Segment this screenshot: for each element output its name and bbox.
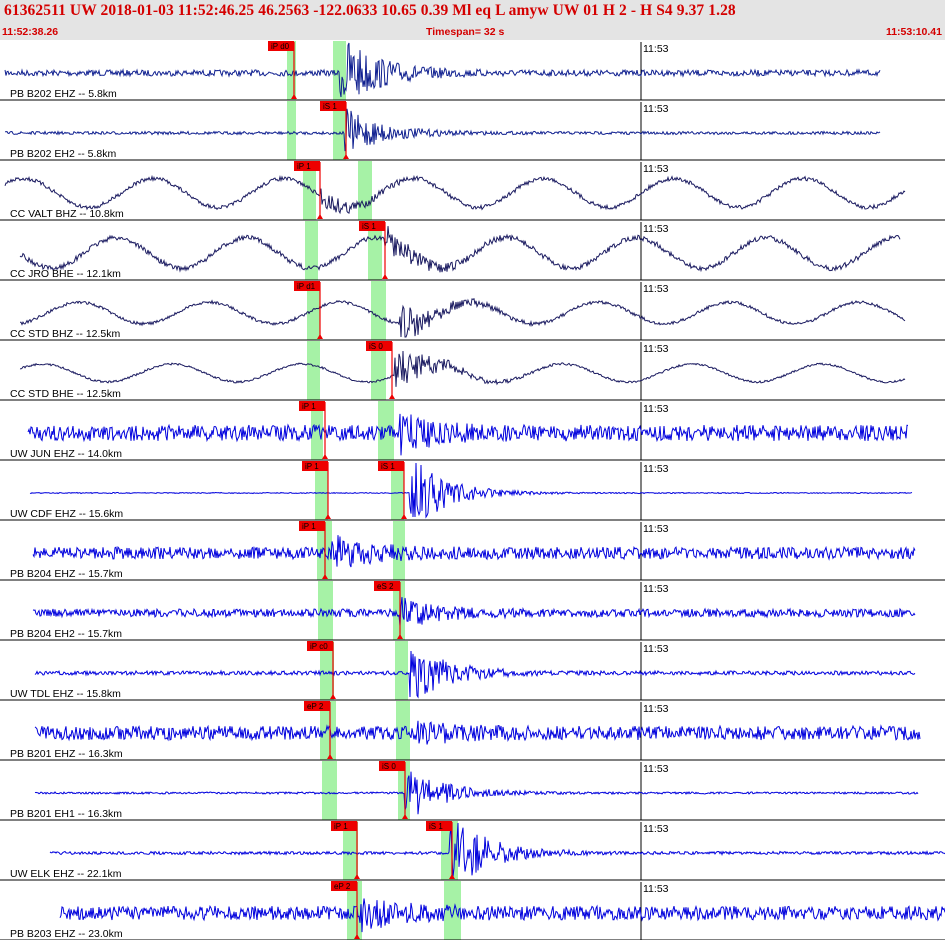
pick-label: iS 0 [369,342,383,351]
channel-label: PB B201 EHZ -- 16.3km [10,748,123,760]
pick-label: eS 2 [377,582,394,591]
channel-label: PB B203 EHZ -- 23.0km [10,928,123,940]
channel-row[interactable]: 11:53 iS 1 CC JRO BHE -- 12.1km [0,221,945,281]
waveform-trace [34,720,921,745]
pick-label: eP 2 [334,882,351,891]
pick-arrow-icon [382,274,388,279]
pick-label: iP d0 [271,42,290,51]
channel-row[interactable]: 11:53 iP d0 PB B202 EHZ -- 5.8km [0,41,945,101]
pick-label: iP 1 [302,522,316,531]
pick-window [287,101,296,160]
pick-window [371,281,386,340]
channel-row[interactable]: 11:53 eS 2 PB B204 EH2 -- 15.7km [0,581,945,641]
channel-label: PB B202 EHZ -- 5.8km [10,88,117,100]
waveform-trace [27,413,909,456]
channel-row[interactable]: 11:53 iP 1 CC VALT BHZ -- 10.8km [0,161,945,221]
pick-window [358,161,372,220]
waveform-trace [32,535,916,568]
minute-tick-label: 11:53 [643,283,669,295]
pick-label: iS 1 [323,102,337,111]
event-summary-title: 61362511 UW 2018-01-03 11:52:46.25 46.25… [4,2,736,19]
minute-tick-label: 11:53 [643,823,669,835]
waveform-trace [49,822,945,878]
channel-row[interactable]: 11:53 iS 1 PB B202 EH2 -- 5.8km [0,101,945,161]
channel-label: CC STD BHZ -- 12.5km [10,328,121,340]
channel-label: CC VALT BHZ -- 10.8km [10,208,124,220]
minute-tick-label: 11:53 [643,463,669,475]
channel-label: CC STD BHE -- 12.5km [10,388,121,400]
waveform-trace [32,597,916,626]
channel-label: UW CDF EHZ -- 15.6km [10,508,123,520]
waveform-trace [59,898,945,933]
pick-label: iS 1 [381,462,395,471]
minute-tick-label: 11:53 [643,223,669,235]
waveform-trace [4,174,906,215]
minute-tick-label: 11:53 [643,403,669,415]
pick-arrow-icon [317,214,323,219]
channel-label: PB B201 EH1 -- 16.3km [10,808,122,820]
seismogram-canvas[interactable]: 11:53 iP d0 PB B202 EHZ -- 5.8km 11:53 iS 1 P… [0,40,945,940]
channel-label: UW ELK EHZ -- 22.1km [10,868,122,880]
channel-row[interactable]: 11:53 iP c0 UW TDL EHZ -- 15.8km [0,641,945,701]
channel-row[interactable]: 11:53 iP 1 PB B204 EHZ -- 15.7km [0,521,945,581]
pick-window [305,221,318,280]
event-header: 61362511 UW 2018-01-03 11:52:46.25 46.25… [0,0,945,40]
timespan-label: Timespan= 32 s [426,26,505,38]
pick-window [395,641,408,700]
pick-label: iP d1 [297,282,316,291]
waveform-trace [4,42,881,98]
minute-tick-label: 11:53 [643,103,669,115]
window-start-time: 11:52:38.26 [2,26,59,38]
channel-row[interactable]: 11:53 eP 2 PB B201 EHZ -- 16.3km [0,701,945,761]
waveform-trace [19,226,901,273]
waveform-trace [19,350,906,387]
seismogram-panel[interactable]: 11:53 iP d0 PB B202 EHZ -- 5.8km 11:53 iS 1 P… [0,40,945,940]
minute-tick-label: 11:53 [643,583,669,595]
minute-tick-label: 11:53 [643,523,669,535]
minute-tick-label: 11:53 [643,763,669,775]
channel-label: UW JUN EHZ -- 14.0km [10,448,122,460]
channel-label: PB B204 EHZ -- 15.7km [10,568,123,580]
pick-label: eP 2 [307,702,324,711]
channel-row[interactable]: 11:53 iS 0 PB B201 EH1 -- 16.3km [0,761,945,821]
pick-window [322,761,337,820]
channel-row[interactable]: 11:53 iP 1 iS 1 UW ELK EHZ -- 22.1km [0,821,945,881]
minute-tick-label: 11:53 [643,883,669,895]
channel-label: UW TDL EHZ -- 15.8km [10,688,121,700]
channel-label: PB B204 EH2 -- 15.7km [10,628,122,640]
pick-label: iS 0 [382,762,396,771]
channel-label: CC JRO BHE -- 12.1km [10,268,121,280]
channel-row[interactable]: 11:53 iP d1 CC STD BHZ -- 12.5km [0,281,945,341]
channel-row[interactable]: 11:53 iS 0 CC STD BHE -- 12.5km [0,341,945,401]
waveform-trace [20,298,906,338]
channel-label: PB B202 EH2 -- 5.8km [10,148,116,160]
minute-tick-label: 11:53 [643,163,669,175]
channel-row[interactable]: 11:53 iP 1 iS 1 UW CDF EHZ -- 15.6km [0,461,945,521]
waveform-trace [34,650,916,699]
pick-label: iP c0 [310,642,328,651]
pick-label: iP 1 [302,402,316,411]
waveform-trace [34,771,919,815]
minute-tick-label: 11:53 [643,43,669,55]
minute-tick-label: 11:53 [643,643,669,655]
pick-label: iP 1 [297,162,311,171]
pick-window [307,341,320,400]
pick-label: iS 1 [429,822,443,831]
pick-label: iP 1 [334,822,348,831]
pick-label: iS 1 [362,222,376,231]
waveform-trace [4,108,881,152]
pick-arrow-icon [389,394,395,399]
waveform-trace [29,462,913,519]
window-end-time: 11:53:10.41 [885,26,942,38]
minute-tick-label: 11:53 [643,703,669,715]
minute-tick-label: 11:53 [643,343,669,355]
channel-row[interactable]: 11:53 eP 2 PB B203 EHZ -- 23.0km [0,881,945,940]
channel-row[interactable]: 11:53 iP 1 UW JUN EHZ -- 14.0km [0,401,945,461]
pick-label: iP 1 [305,462,319,471]
